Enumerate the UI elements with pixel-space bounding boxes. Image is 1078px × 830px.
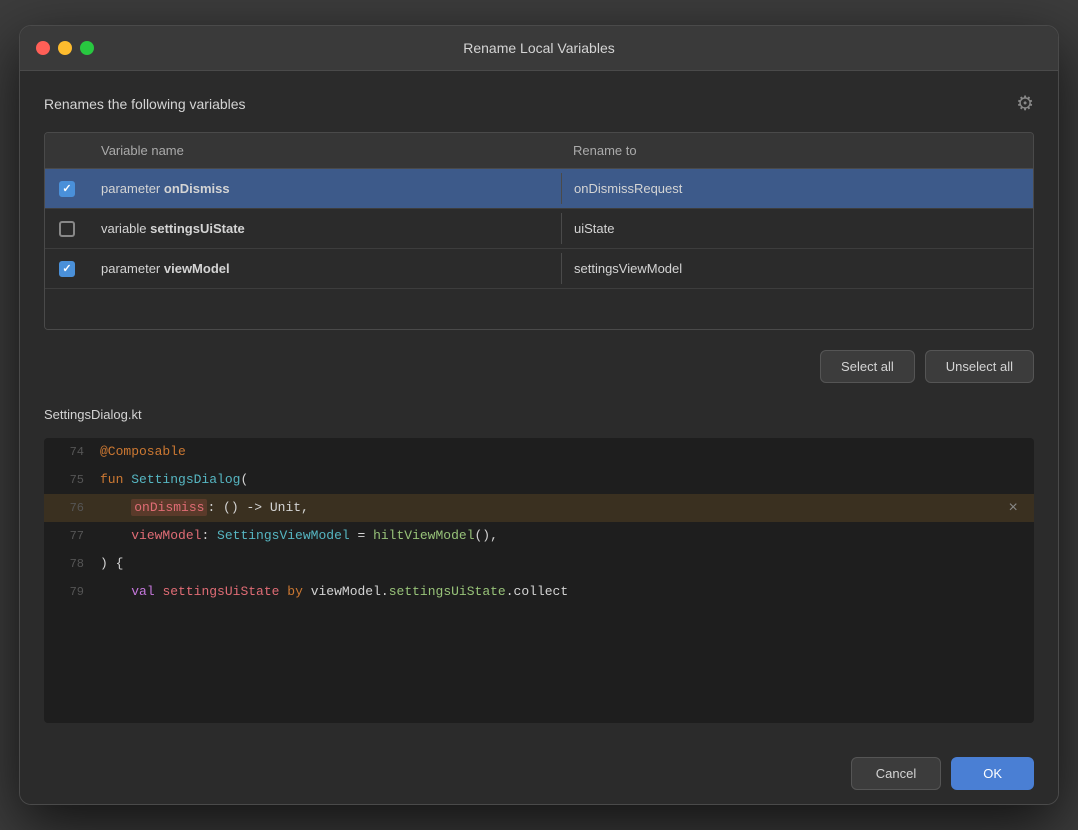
var-bold-2: settingsUiState	[150, 221, 245, 236]
line-number-76: 76	[44, 494, 92, 522]
bottom-bar: Cancel OK	[20, 743, 1058, 804]
rename-to-header: Rename to	[561, 133, 1033, 168]
line-content-78: ) {	[92, 550, 1034, 578]
line-content-75: fun SettingsDialog(	[92, 466, 1034, 494]
table-row[interactable]: variable settingsUiState uiState	[45, 209, 1033, 249]
traffic-lights	[36, 41, 94, 55]
var-bold-1: onDismiss	[164, 181, 230, 196]
rename-value-1: onDismissRequest	[574, 181, 682, 196]
line-content-77: viewModel: SettingsViewModel = hiltViewM…	[92, 522, 1034, 550]
table-header: Variable name Rename to	[45, 133, 1033, 169]
title-bar: Rename Local Variables	[20, 26, 1058, 71]
cancel-button[interactable]: Cancel	[851, 757, 941, 790]
code-line-75: 75 fun SettingsDialog(	[44, 466, 1034, 494]
rename-value-2: uiState	[574, 221, 614, 236]
rename-cell-3: settingsViewModel	[561, 253, 1033, 284]
rename-cell-1: onDismissRequest	[561, 173, 1033, 204]
minimize-window-button[interactable]	[58, 41, 72, 55]
var-name-cell-1: parameter onDismiss	[89, 173, 561, 204]
code-line-78: 78 ) {	[44, 550, 1034, 578]
code-line-79: 79 val settingsUiState by viewModel.sett…	[44, 578, 1034, 606]
checkbox-cell-1[interactable]	[45, 173, 89, 205]
table-row[interactable]: parameter viewModel settingsViewModel	[45, 249, 1033, 289]
line-number-75: 75	[44, 466, 92, 494]
code-line-74: 74 @Composable	[44, 438, 1034, 466]
close-window-button[interactable]	[36, 41, 50, 55]
checkbox-1[interactable]	[59, 181, 75, 197]
type-label-3: parameter	[101, 261, 164, 276]
line-content-76: onDismiss: () -> Unit,	[92, 494, 1034, 522]
type-label-2: variable	[101, 221, 150, 236]
variable-name-header: Variable name	[89, 133, 561, 168]
rename-local-variables-dialog: Rename Local Variables Renames the follo…	[19, 25, 1059, 805]
header-row: Renames the following variables ⚙	[44, 91, 1034, 116]
var-name-cell-3: parameter viewModel	[89, 253, 561, 284]
line-content-79: val settingsUiState by viewModel.setting…	[92, 578, 1034, 606]
subtitle-text: Renames the following variables	[44, 96, 246, 112]
unselect-all-button[interactable]: Unselect all	[925, 350, 1034, 383]
file-label: SettingsDialog.kt	[44, 407, 1034, 422]
table-row-empty	[45, 289, 1033, 329]
ok-button[interactable]: OK	[951, 757, 1034, 790]
checkbox-2[interactable]	[59, 221, 75, 237]
code-line-77: 77 viewModel: SettingsViewModel = hiltVi…	[44, 522, 1034, 550]
settings-gear-icon[interactable]: ⚙	[1016, 91, 1034, 116]
code-line-76: 76 onDismiss: () -> Unit, ×	[44, 494, 1034, 522]
var-name-cell-2: variable settingsUiState	[89, 213, 561, 244]
select-all-button[interactable]: Select all	[820, 350, 915, 383]
code-area: 74 @Composable 75 fun SettingsDialog( 76…	[44, 438, 1034, 723]
line-number-77: 77	[44, 522, 92, 550]
table-row[interactable]: parameter onDismiss onDismissRequest	[45, 169, 1033, 209]
variables-table: Variable name Rename to parameter onDism…	[44, 132, 1034, 330]
line-number-78: 78	[44, 550, 92, 578]
dialog-content: Renames the following variables ⚙ Variab…	[20, 71, 1058, 743]
line-content-74: @Composable	[92, 438, 1034, 466]
dialog-title: Rename Local Variables	[463, 40, 615, 56]
checkbox-header-cell	[45, 133, 89, 168]
rename-cell-2: uiState	[561, 213, 1033, 244]
line-number-74: 74	[44, 438, 92, 466]
close-highlight-icon[interactable]: ×	[1008, 499, 1018, 517]
checkbox-cell-3[interactable]	[45, 253, 89, 285]
checkbox-cell-2[interactable]	[45, 213, 89, 245]
rename-value-3: settingsViewModel	[574, 261, 682, 276]
select-buttons-row: Select all Unselect all	[44, 346, 1034, 387]
type-label-1: parameter	[101, 181, 164, 196]
line-number-79: 79	[44, 578, 92, 606]
var-bold-3: viewModel	[164, 261, 230, 276]
checkbox-3[interactable]	[59, 261, 75, 277]
maximize-window-button[interactable]	[80, 41, 94, 55]
